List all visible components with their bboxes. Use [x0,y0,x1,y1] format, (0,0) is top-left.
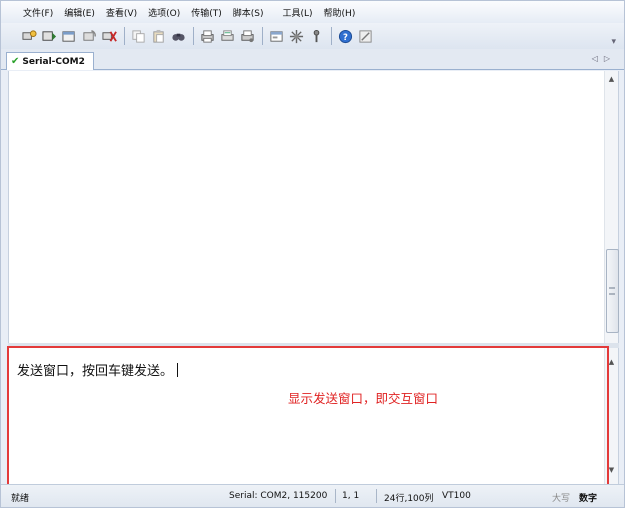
status-cursor-position: 1, 1 [342,491,360,501]
status-divider [335,489,336,503]
status-num: 数字 [579,494,598,504]
send-window-text: 发送窗口，按回车键发送。 [17,360,179,379]
quick-connect-icon[interactable] [41,28,57,44]
tab-serial-com2[interactable]: ✔ Serial-COM2 [6,52,94,70]
reconnect-icon[interactable] [81,28,97,44]
print-selection-icon[interactable] [219,28,235,44]
connected-check-icon: ✔ [11,56,20,67]
status-divider [376,489,377,503]
send-window-scrollbar[interactable]: ▲ ▼ [604,348,618,484]
scroll-up-icon[interactable]: ▲ [605,75,618,83]
svg-text:?: ? [343,31,348,41]
print-setup-icon[interactable] [239,28,255,44]
menu-edit[interactable]: 编辑(E) [64,6,95,19]
toolbar-overflow-icon[interactable]: ▾ [611,37,616,47]
scroll-thumb[interactable] [606,249,619,333]
disconnect-icon[interactable] [101,28,117,44]
terminal-output[interactable]: ▲ [8,71,619,343]
send-scroll-up-icon[interactable]: ▲ [605,358,618,366]
keymap-icon[interactable] [308,28,324,44]
status-size: 24行,100列 [384,494,434,504]
tab-label: Serial-COM2 [22,56,85,67]
paste-icon[interactable] [150,28,166,44]
session-tab-bar: ✔ Serial-COM2 ◁▷ [1,49,624,70]
scroll-grip-icon [609,287,615,295]
menu-script[interactable]: 脚本(S) [233,6,264,19]
menu-transfer[interactable]: 传输(T) [191,6,222,19]
status-bar: 就绪 Serial: COM2, 115200 1, 1 24行,100列 VT… [1,484,624,507]
terminal-scrollbar[interactable]: ▲ [604,71,619,343]
send-window[interactable]: 发送窗口，按回车键发送。 显示发送窗口，即交互窗口 ▲ ▼ [8,348,619,484]
session-options-icon[interactable] [268,28,284,44]
status-state: 就绪 [11,494,30,504]
find-icon[interactable] [170,28,186,44]
status-connection: Serial: COM2, 115200 [229,491,328,501]
toolbar: ? ▾ [1,23,624,49]
annotation-label: 显示发送窗口，即交互窗口 [288,391,439,406]
text-caret [177,363,179,377]
menu-options[interactable]: 选项(O) [148,6,180,19]
toolbar-separator [124,27,125,45]
help-icon[interactable]: ? [337,28,353,44]
status-caps: 大写 [552,494,571,504]
send-scroll-down-icon[interactable]: ▼ [605,466,618,474]
global-options-icon[interactable] [288,28,304,44]
tab-scroll-arrows-icon[interactable]: ◁▷ [592,54,616,63]
menu-view[interactable]: 查看(V) [106,6,137,19]
app-window: 文件(F) 编辑(E) 查看(V) 选项(O) 传输(T) 脚本(S) 工具(L… [0,0,625,508]
connect-icon[interactable] [21,28,37,44]
toolbar-separator [193,27,194,45]
connect-in-tab-icon[interactable] [61,28,77,44]
script-icon[interactable] [357,28,373,44]
menu-help[interactable]: 帮助(H) [324,6,356,19]
menu-tools[interactable]: 工具(L) [283,6,313,19]
toolbar-separator [262,27,263,45]
toolbar-separator [331,27,332,45]
status-emulation: VT100 [442,491,471,501]
print-icon[interactable] [199,28,215,44]
menu-bar: 文件(F) 编辑(E) 查看(V) 选项(O) 传输(T) 脚本(S) 工具(L… [1,1,624,23]
menu-file[interactable]: 文件(F) [23,6,53,19]
copy-icon[interactable] [130,28,146,44]
